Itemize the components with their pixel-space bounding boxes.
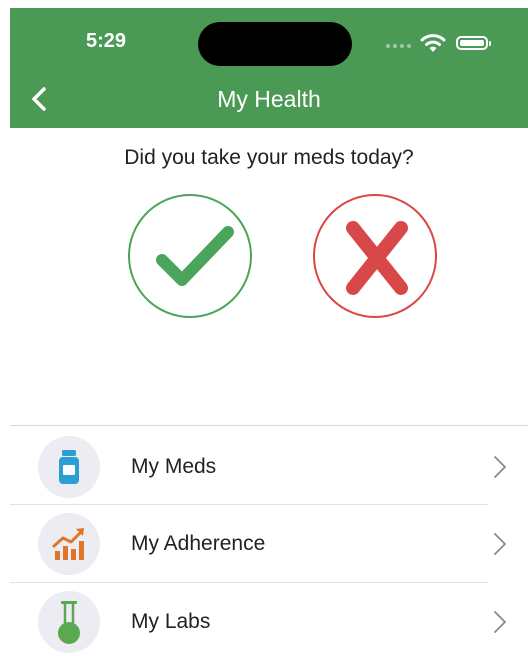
checkmark-icon <box>156 226 234 286</box>
menu-item-my-adherence[interactable]: My Adherence <box>10 505 528 583</box>
chevron-right-icon <box>494 456 506 478</box>
chevron-right-icon <box>494 611 506 633</box>
menu-item-my-meds[interactable]: My Meds <box>10 428 528 506</box>
no-did-not-take-meds-button[interactable] <box>313 194 437 318</box>
wifi-icon <box>420 34 446 52</box>
menu-item-my-labs[interactable]: My Labs <box>10 583 528 656</box>
pill-bottle-icon <box>38 436 100 498</box>
menu-item-label: My Labs <box>131 610 211 633</box>
menu-item-label: My Adherence <box>131 532 266 555</box>
dynamic-island <box>198 22 352 66</box>
status-time: 5:29 <box>86 30 127 52</box>
meds-question: Did you take your meds today? <box>124 146 414 169</box>
list-divider <box>10 425 528 426</box>
header-bar: 5:29 My Health <box>10 8 528 128</box>
x-mark-icon <box>346 221 408 295</box>
battery-icon <box>456 36 491 50</box>
trend-chart-icon <box>38 513 100 575</box>
page-title: My Health <box>217 86 321 112</box>
chevron-right-icon <box>494 533 506 555</box>
app-screen: 5:29 My Health Did you take your meds to… <box>10 8 528 656</box>
cellular-signal-icon <box>386 44 411 48</box>
flask-icon <box>38 591 100 653</box>
yes-took-meds-button[interactable] <box>128 194 252 318</box>
menu-item-label: My Meds <box>131 455 217 478</box>
